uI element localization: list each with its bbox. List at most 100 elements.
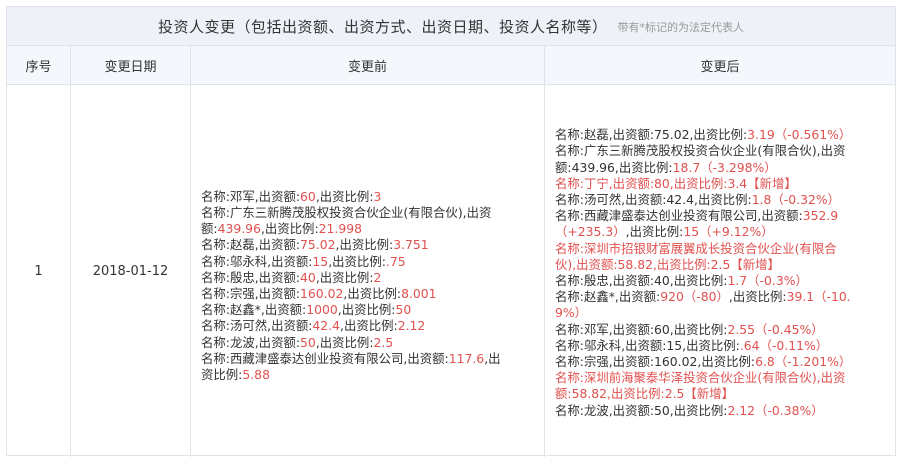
highlight-text: 2: [373, 269, 382, 285]
after-line: 名称:赵鑫*,出资额:920（-80）,出资比例:39.1（-10.: [555, 289, 887, 305]
plain-text: 资比例:: [201, 367, 243, 383]
after-line: 名称:丁宁,出资额:80,出资比例:3.4【新增】: [555, 176, 887, 192]
plain-text: ,出资比例:: [340, 318, 398, 334]
plain-text: 名称:汤可然,出资额:: [201, 318, 313, 334]
plain-text: 额:439.96,出资比例:: [555, 159, 673, 175]
highlight-text: 920（-80）: [660, 289, 729, 305]
highlight-text: 6.8（-1.201%）: [755, 354, 852, 370]
after-line: 额:58.82,出资比例:2.5【新增】: [555, 386, 887, 402]
after-line: 名称:西藏津盛泰达创业投资有限公司,出资额:352.9: [555, 208, 887, 224]
before-line: 名称:赵鑫*,出资额:1000,出资比例:50: [201, 302, 536, 318]
plain-text: 名称:广东三新腾茂股权投资合伙企业(有限合伙),出资: [555, 143, 846, 159]
before-line: 资比例:5.88: [201, 367, 536, 383]
before-line: 名称:殷忠,出资额:40,出资比例:2: [201, 270, 536, 286]
before-line: 名称:赵磊,出资额:75.02,出资比例:3.751: [201, 237, 536, 253]
before-line: 名称:龙波,出资额:50,出资比例:2.5: [201, 335, 536, 351]
highlight-text: 15（+9.12%）: [683, 224, 774, 240]
before-line: 额:439.96,出资比例:21.998: [201, 221, 536, 237]
highlight-text: 名称:丁宁,出资额:80,出资比例:3.4【新增】: [555, 175, 797, 191]
after-line: 名称:宗强,出资额:160.02,出资比例:6.8（-1.201%）: [555, 354, 887, 370]
highlight-text: 8.001: [401, 286, 437, 301]
after-line: 9%）: [555, 305, 887, 321]
highlight-text: 5.88: [242, 367, 270, 383]
header-before: 变更前: [191, 46, 545, 84]
plain-text: ,出资比例:: [335, 237, 394, 253]
table-title-bar: 投资人变更（包括出资额、出资方式、出资日期、投资人名称等） 带有*标记的为法定代…: [7, 7, 895, 46]
investor-change-table: 投资人变更（包括出资额、出资方式、出资日期、投资人名称等） 带有*标记的为法定代…: [6, 6, 896, 457]
plain-text: 额:: [201, 221, 218, 237]
highlight-text: 1000: [306, 302, 338, 318]
plain-text: ,出资比例:: [728, 289, 787, 305]
plain-text: 名称:邬永科,出资额:: [201, 253, 313, 269]
after-line: 名称:赵磊,出资额:75.02,出资比例:3.19（-0.561%）: [555, 127, 887, 143]
highlight-text: 3: [373, 188, 382, 204]
plain-text: 名称:殷忠,出资额:: [201, 269, 301, 285]
before-line: 名称:广东三新腾茂股权投资合伙企业(有限合伙),出资: [201, 205, 536, 221]
plain-text: ,出资比例:: [315, 334, 374, 350]
before-line: 名称:宗强,出资额:160.02,出资比例:8.001: [201, 286, 536, 302]
table-row: 1 2018-01-12 名称:邓军,出资额:60,出资比例:3 名称:广东三新腾…: [7, 85, 895, 457]
highlight-text: 60: [300, 188, 316, 204]
highlight-text: 50: [300, 334, 316, 350]
before-line: 名称:邬永科,出资额:15,出资比例:.75: [201, 254, 536, 270]
plain-text: 名称:宗强,出资额:160.02,出资比例:: [555, 354, 756, 370]
highlight-text: 2.12（-0.38%）: [727, 402, 824, 418]
plain-text: ,出资比例:: [315, 188, 374, 204]
after-line: 名称:深圳前海聚泰华泽投资合伙企业(有限合伙),出资: [555, 370, 887, 386]
highlight-text: 439.96: [217, 221, 261, 237]
highlight-text: 1.7（-0.3%）: [727, 273, 808, 288]
plain-text: 名称:汤可然,出资额:42.4,出资比例:: [555, 191, 752, 207]
header-after: 变更后: [700, 59, 740, 75]
row-date: 2018-01-12: [71, 85, 191, 457]
highlight-text: 名称:深圳前海聚泰华泽投资合伙企业(有限合伙),出资: [555, 370, 846, 386]
after-line: 名称:广东三新腾茂股权投资合伙企业(有限合伙),出资: [555, 143, 887, 159]
highlight-text: 2.5: [373, 334, 394, 350]
plain-text: ,出资比例:: [625, 224, 684, 240]
before-lines: 名称:邓军,出资额:60,出资比例:3 名称:广东三新腾茂股权投资合伙企业(有限合…: [191, 159, 544, 383]
after-line: 名称:邓军,出资额:60,出资比例:2.55（-0.45%）: [555, 322, 887, 338]
before-line: 名称:西藏津盛泰达创业投资有限公司,出资额:117.6,出: [201, 351, 536, 367]
after-line: 伙),出资额:58.82,出资比例:2.5【新增】: [555, 257, 887, 273]
plain-text: ,出: [484, 350, 501, 366]
highlight-text: 伙),出资额:58.82,出资比例:2.5【新增】: [555, 256, 780, 272]
highlight-text: 42.4: [312, 318, 341, 334]
plain-text: ,出资比例:: [315, 269, 374, 285]
highlight-text: 名称:深圳市招银财富展翼成长投资合伙企业(有限合: [555, 240, 837, 256]
after-line: 名称:殷忠,出资额:40,出资比例:1.7（-0.3%）: [555, 273, 887, 289]
highlight-text: 160.02: [300, 286, 344, 301]
plain-text: 名称:邬永科,出资额:15,出资比例:: [555, 337, 740, 353]
plain-text: 名称:赵磊,出资额:75.02,出资比例:: [555, 127, 748, 143]
plain-text: ,出资比例:: [328, 253, 386, 269]
plain-text: 名称:龙波,出资额:: [201, 334, 301, 350]
legal-rep-note: 带有*标记的为法定代表人: [617, 21, 745, 34]
plain-text: 名称:赵磊,出资额:: [201, 237, 301, 253]
plain-text: ,出资比例:: [337, 302, 396, 318]
plain-text: 名称:赵鑫*,出资额:: [555, 289, 661, 305]
plain-text: ,出资比例:: [260, 221, 319, 237]
highlight-text: 15: [312, 253, 329, 269]
highlight-text: 9%）: [555, 305, 588, 321]
highlight-text: 18.7（-3.298%）: [672, 159, 777, 175]
table-title: 投资人变更（包括出资额、出资方式、出资日期、投资人名称等）: [157, 17, 608, 36]
highlight-text: （+235.3）: [555, 224, 626, 240]
highlight-text: 39.1（-10.: [786, 289, 851, 305]
table-header: 序号 变更日期 变更前 变更后: [7, 46, 895, 85]
before-cell: 名称:邓军,出资额:60,出资比例:3 名称:广东三新腾茂股权投资合伙企业(有限合…: [191, 85, 545, 457]
header-seq: 序号: [7, 46, 71, 84]
highlight-text: 3.19（-0.561%）: [747, 127, 852, 143]
before-line: 名称:汤可然,出资额:42.4,出资比例:2.12: [201, 318, 536, 334]
plain-text: 名称:赵鑫*,出资额:: [201, 302, 307, 318]
after-line: 名称:汤可然,出资额:42.4,出资比例:1.8（-0.32%）: [555, 192, 887, 208]
highlight-text: 50: [395, 302, 412, 318]
highlight-text: .75: [385, 253, 406, 269]
plain-text: 名称:龙波,出资额:50,出资比例:: [555, 402, 728, 418]
highlight-text: 额:58.82,出资比例:2.5【新增】: [555, 386, 734, 402]
highlight-text: 352.9: [802, 208, 839, 224]
highlight-text: 2.55（-0.45%）: [727, 321, 824, 337]
after-line: 额:439.96,出资比例:18.7（-3.298%）: [555, 160, 887, 176]
highlight-text: 75.02: [300, 237, 336, 253]
after-line: （+235.3）,出资比例:15（+9.12%）: [555, 224, 887, 240]
after-line: 名称:深圳市招银财富展翼成长投资合伙企业(有限合: [555, 241, 887, 257]
row-seq: 1: [7, 85, 71, 457]
highlight-text: 21.998: [318, 221, 362, 237]
